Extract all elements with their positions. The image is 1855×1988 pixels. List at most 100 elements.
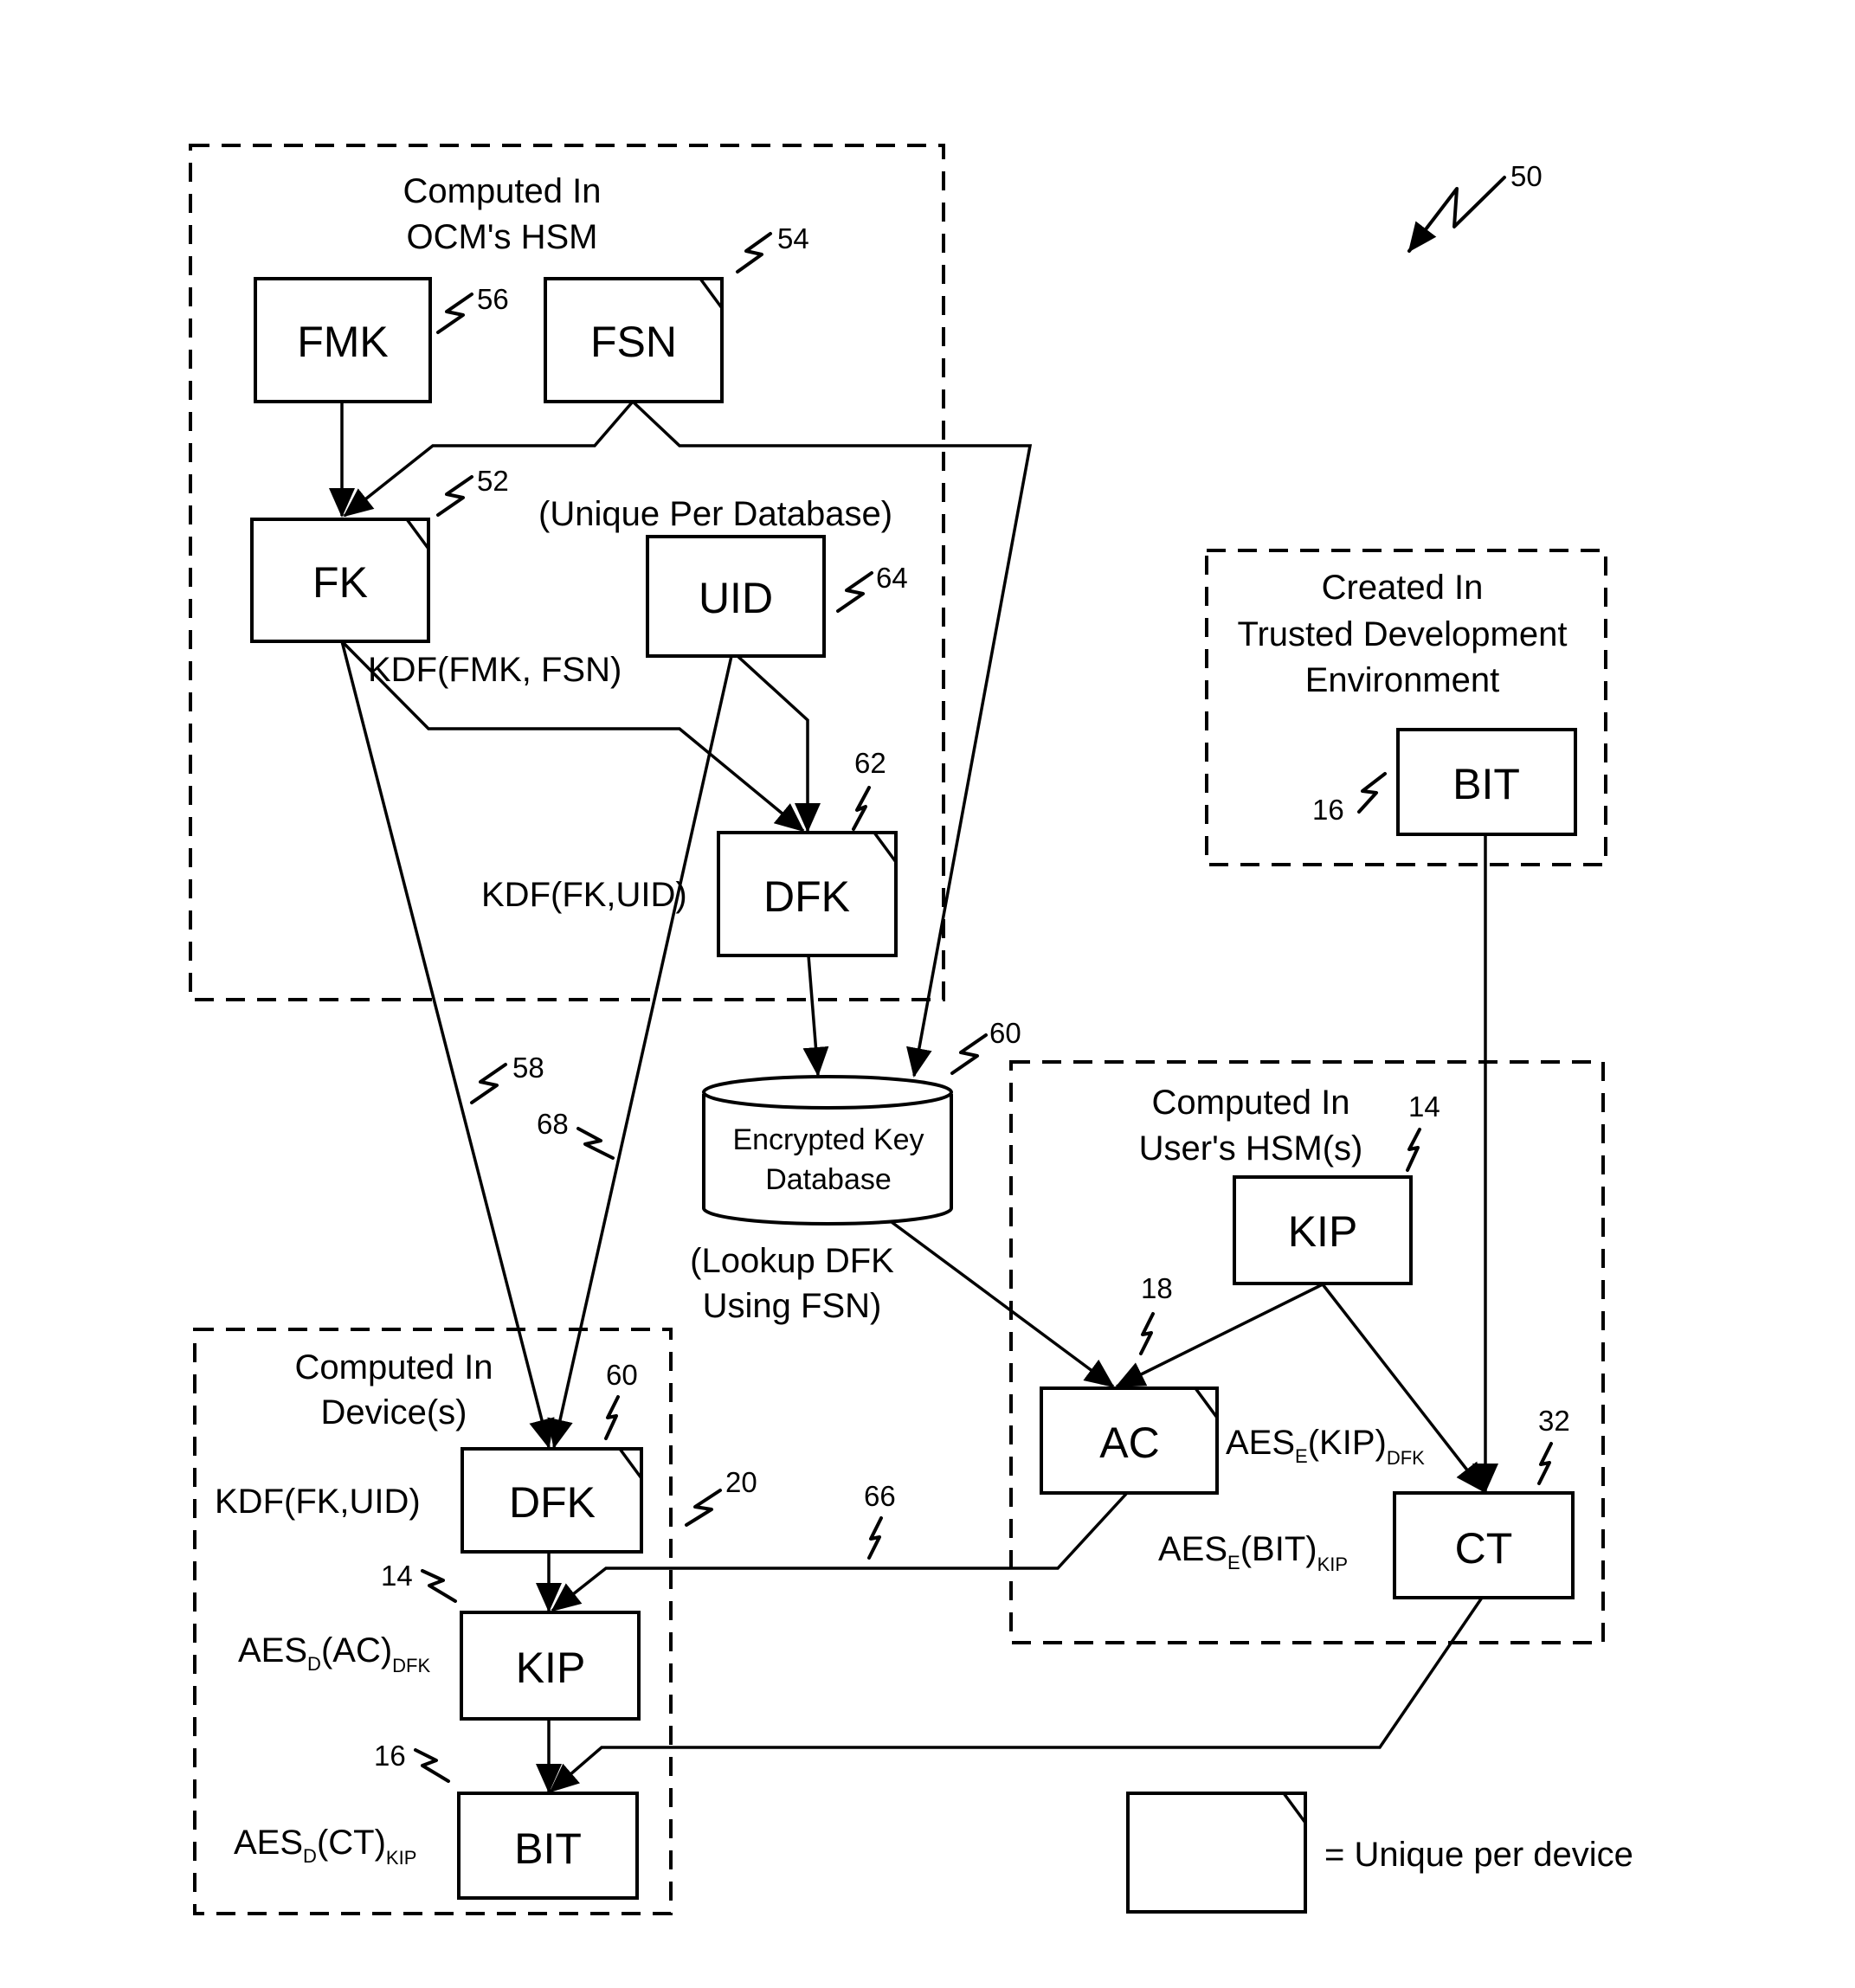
ref-32: 32 <box>1537 1405 1570 1485</box>
ref-60-database-label: 60 <box>989 1017 1021 1049</box>
ref-56-label: 56 <box>477 283 509 315</box>
node-fmk: FMK <box>254 277 432 403</box>
ref-14-device-label: 14 <box>381 1560 413 1592</box>
node-ac-label: AC <box>1099 1419 1159 1467</box>
node-ct: CT <box>1393 1491 1575 1599</box>
ref-58: 58 <box>470 1052 544 1104</box>
edge-ct-bit-device <box>549 1597 1484 1793</box>
node-dfk-device-label: DFK <box>509 1478 596 1527</box>
node-dfk-ocm-label: DFK <box>763 872 850 921</box>
ct-enc-arg: (BIT) <box>1240 1530 1317 1568</box>
node-kip-device-label: KIP <box>516 1644 586 1692</box>
kip-dec-arg: (AC) <box>321 1631 392 1670</box>
ref-64-label: 64 <box>876 562 908 594</box>
database-note-1: (Lookup DFK <box>690 1242 894 1280</box>
ref-18-label: 18 <box>1141 1272 1173 1304</box>
edge-database-ac <box>890 1220 1115 1388</box>
ref-62-label: 62 <box>854 747 886 779</box>
node-ct-label: CT <box>1455 1524 1513 1573</box>
ref-62: 62 <box>852 747 886 831</box>
node-bit-device: BIT <box>457 1792 639 1900</box>
bit-dec-formula: AESD(CT)KIP <box>234 1824 416 1869</box>
database-note-2: Using FSN) <box>703 1287 882 1325</box>
ref-14-device: 14 <box>381 1560 457 1603</box>
key-derivation-diagram: 50 Computed In OCM's HSM Created In Trus… <box>189 144 1633 1915</box>
bit-dec-sub2: KIP <box>386 1847 416 1869</box>
svg-text:AESD(CT)KIP: AESD(CT)KIP <box>234 1824 416 1869</box>
bit-dec-sub1: D <box>303 1845 317 1867</box>
fk-kdf-formula: KDF(FMK, FSN) <box>368 651 622 689</box>
kip-dec-sub1: D <box>307 1653 321 1675</box>
ref-66: 66 <box>864 1480 896 1560</box>
svg-text:AESE(KIP)DFK: AESE(KIP)DFK <box>1226 1424 1425 1469</box>
svg-text:AESD(AC)DFK: AESD(AC)DFK <box>238 1631 430 1676</box>
edge-fk-dfk-device <box>340 640 555 1449</box>
ref-60-device-label: 60 <box>606 1359 638 1391</box>
node-fsn-label: FSN <box>590 318 677 366</box>
ac-enc-arg: (KIP) <box>1308 1424 1387 1462</box>
bit-dec-arg: (CT) <box>317 1824 386 1862</box>
node-fmk-label: FMK <box>297 318 389 366</box>
ct-enc-formula: AESE(BIT)KIP <box>1158 1530 1348 1575</box>
node-fk-label: FK <box>312 558 368 607</box>
node-bit-trusted-label: BIT <box>1452 760 1520 808</box>
legend: = Unique per device <box>1126 1792 1633 1914</box>
region-user-title-1: Computed In <box>1151 1084 1349 1122</box>
ref-16-device: 16 <box>374 1740 450 1783</box>
ct-enc-sub2: KIP <box>1317 1554 1348 1575</box>
ref-64: 64 <box>836 562 908 613</box>
dfk-device-kdf-formula: KDF(FK,UID) <box>215 1483 421 1521</box>
ref-16-trusted-label: 16 <box>1312 794 1344 826</box>
node-dfk-device: DFK <box>461 1447 643 1554</box>
ref-20: 20 <box>685 1466 757 1527</box>
ref-14-user: 14 <box>1406 1091 1440 1172</box>
ct-enc-main: AES <box>1158 1530 1227 1568</box>
legend-text: = Unique per device <box>1324 1836 1633 1874</box>
node-bit-device-label: BIT <box>514 1824 582 1873</box>
node-kip-device: KIP <box>460 1611 641 1721</box>
ref-14-user-label: 14 <box>1408 1091 1440 1123</box>
ref-56: 56 <box>436 283 509 334</box>
ref-32-label: 32 <box>1538 1405 1570 1437</box>
ref-68-label: 68 <box>537 1108 569 1140</box>
node-fk: FK <box>250 518 430 643</box>
ac-enc-sub1: E <box>1295 1445 1308 1467</box>
kip-dec-sub2: DFK <box>392 1655 430 1676</box>
ct-enc-sub1: E <box>1227 1552 1240 1573</box>
node-bit-trusted: BIT <box>1396 728 1577 836</box>
bit-dec-main: AES <box>234 1824 303 1862</box>
region-trusted-title-2: Trusted Development <box>1238 615 1568 653</box>
region-ocm-title-1: Computed In <box>403 172 601 210</box>
ref-58-label: 58 <box>512 1052 544 1084</box>
node-encrypted-key-database: Encrypted Key Database <box>702 1075 953 1226</box>
ref-52: 52 <box>436 465 509 517</box>
ref-20-label: 20 <box>725 1466 757 1498</box>
ac-enc-formula: AESE(KIP)DFK <box>1226 1424 1425 1469</box>
node-uid-label: UID <box>699 574 773 622</box>
node-ac: AC <box>1040 1386 1219 1495</box>
figure-ref-50: 50 <box>1407 160 1543 253</box>
node-fsn: FSN <box>544 277 724 403</box>
dfk-ocm-kdf-formula: KDF(FK,UID) <box>481 876 687 914</box>
node-uid: UID <box>646 535 826 658</box>
edge-dfk-database <box>802 955 829 1077</box>
uid-note: (Unique Per Database) <box>538 495 892 533</box>
ref-68: 68 <box>537 1108 615 1160</box>
database-label-2: Database <box>765 1163 892 1196</box>
ref-66-label: 66 <box>864 1480 896 1512</box>
region-device-title-1: Computed In <box>294 1348 493 1386</box>
ac-enc-sub2: DFK <box>1387 1447 1425 1469</box>
region-device-title-2: Device(s) <box>321 1393 467 1431</box>
svg-text:AESE(BIT)KIP: AESE(BIT)KIP <box>1158 1530 1348 1575</box>
ref-60-device: 60 <box>604 1359 638 1440</box>
ref-54-label: 54 <box>777 222 809 254</box>
ref-16-device-label: 16 <box>374 1740 406 1772</box>
region-user-title-2: User's HSM(s) <box>1139 1129 1363 1168</box>
ref-16-trusted: 16 <box>1312 772 1387 826</box>
ref-18: 18 <box>1139 1272 1173 1355</box>
region-trusted-title-3: Environment <box>1305 661 1500 699</box>
database-label-1: Encrypted Key <box>732 1123 924 1156</box>
node-kip-user-label: KIP <box>1288 1207 1358 1256</box>
kip-dec-main: AES <box>238 1631 307 1670</box>
node-dfk-ocm: DFK <box>717 831 898 957</box>
